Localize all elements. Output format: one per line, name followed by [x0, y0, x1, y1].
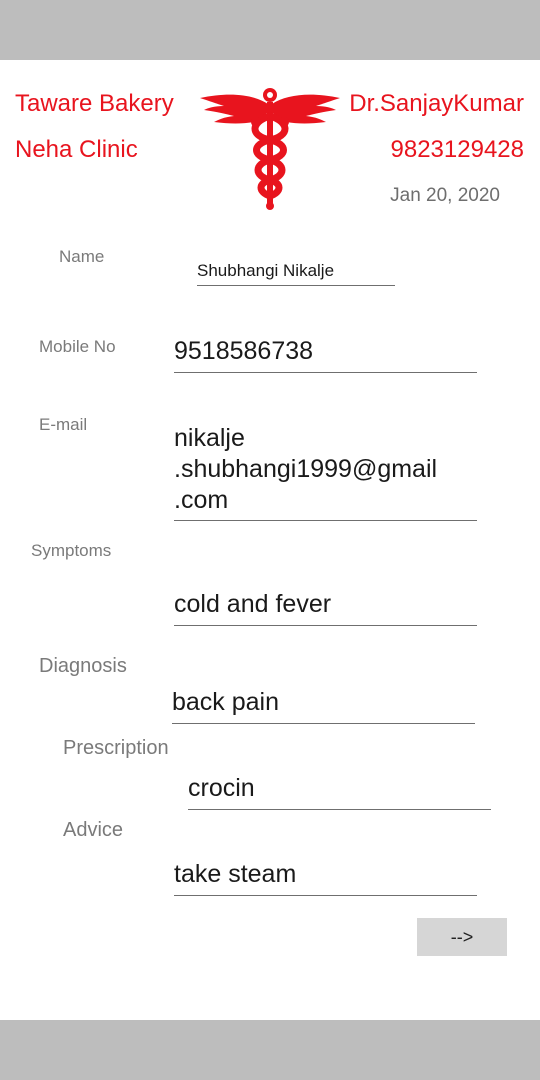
diagnosis-field[interactable]: back pain: [172, 687, 475, 724]
email-label: E-mail: [39, 415, 88, 434]
name-field[interactable]: Shubhangi Nikalje: [197, 260, 395, 286]
date-text: Jan 20, 2020: [390, 185, 500, 206]
symptoms-field[interactable]: cold and fever: [174, 589, 477, 626]
caduceus-icon: [200, 88, 340, 210]
advice-label: Advice: [63, 819, 124, 841]
symptoms-label: Symptoms: [31, 541, 112, 560]
status-bar: [0, 0, 540, 60]
advice-field[interactable]: take steam: [174, 859, 477, 896]
name-label: Name: [59, 247, 105, 266]
diagnosis-label: Diagnosis: [39, 655, 127, 677]
mobile-field[interactable]: 9518586738: [174, 336, 477, 373]
navigation-bar: [0, 1020, 540, 1080]
mobile-label: Mobile No: [39, 337, 116, 356]
doctor-phone: 9823129428: [390, 136, 524, 163]
doctor-name: Dr.SanjayKumar: [349, 90, 524, 117]
clinic-name: Neha Clinic: [15, 136, 138, 163]
prescription-label: Prescription: [63, 737, 169, 759]
clinic-title: Taware Bakery: [15, 90, 174, 117]
email-field[interactable]: nikalje .shubhangi1999@gmail .com: [174, 423, 477, 521]
prescription-field[interactable]: crocin: [188, 773, 491, 810]
next-button[interactable]: -->: [417, 918, 507, 956]
